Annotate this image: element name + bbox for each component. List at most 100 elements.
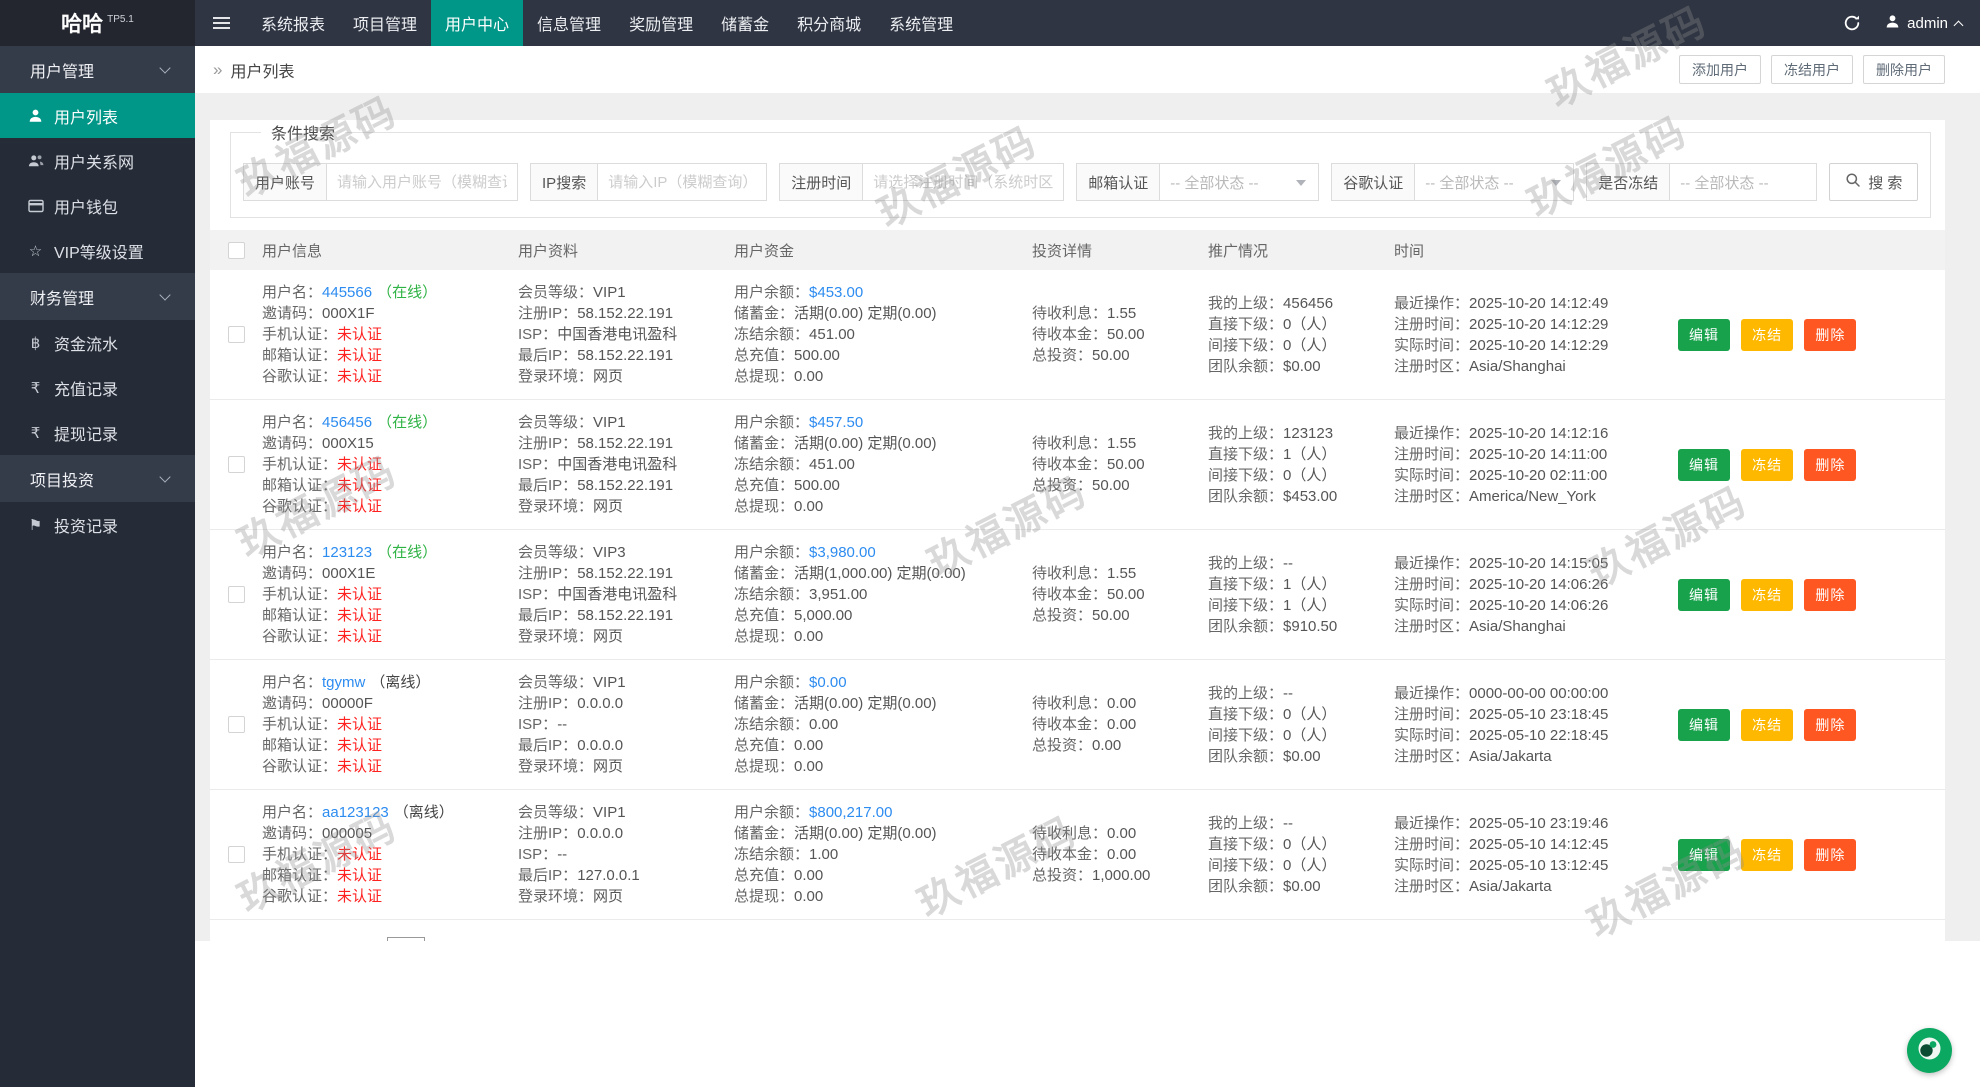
topnav-item[interactable]: 系统报表 [247,0,339,46]
ip-search-input[interactable] [597,163,767,201]
email-auth-select[interactable]: -- 全部状态 -- [1159,163,1319,201]
field-label: 注册IP： [518,435,577,452]
row-checkbox[interactable] [228,716,245,733]
sidebar-item[interactable]: ฿资金流水 [0,320,195,365]
isp: 中国香港电讯盈科 [557,586,677,603]
username-link[interactable]: 445566 [322,284,372,301]
delete-user-button[interactable]: 删除用户 [1863,55,1945,84]
field-label: 团队余额： [1208,618,1283,635]
sidebar-item-label: 用户关系网 [54,149,134,173]
delete-button[interactable]: 删除 [1804,709,1856,741]
field-label: 邀请码： [262,565,322,582]
topnav-item[interactable]: 奖励管理 [615,0,707,46]
register-timezone: America/New_York [1469,488,1596,505]
select-all-checkbox[interactable] [228,242,245,259]
team-balance: $0.00 [1283,748,1321,765]
field-label: 团队余额： [1208,878,1283,895]
field-label: 谷歌认证： [262,368,337,385]
freeze-button[interactable]: 冻结 [1741,709,1793,741]
user-balance: $453.00 [809,284,863,301]
field-label: 总提现： [734,628,794,645]
register-time-input[interactable] [862,163,1064,201]
phone-auth-status: 未认证 [337,326,382,343]
edit-button[interactable]: 编辑 [1678,319,1730,351]
field-label: 登录环境： [518,628,593,645]
register-time: 2025-10-20 14:12:29 [1469,316,1608,333]
sidebar-item[interactable]: ⚑投资记录 [0,502,195,547]
sidebar-item[interactable]: ₹提现记录 [0,410,195,455]
frozen-balance: 3,951.00 [809,586,867,603]
user-account-input[interactable] [326,163,518,201]
username-link[interactable]: tgymw [322,674,365,691]
topnav-item[interactable]: 项目管理 [339,0,431,46]
email-auth-value: -- 全部状态 -- [1170,172,1258,193]
topnav-item[interactable]: 信息管理 [523,0,615,46]
delete-button[interactable]: 删除 [1804,319,1856,351]
sidebar-item[interactable]: 用户钱包 [0,183,195,228]
sidebar-group[interactable]: 用户管理 [0,46,195,93]
row-checkbox[interactable] [228,456,245,473]
field-label: 注册时间： [1394,576,1469,593]
freeze-status-select[interactable]: -- 全部状态 -- [1669,163,1817,201]
sidebar-item[interactable]: 用户列表 [0,93,195,138]
savings: 活期(0.00) 定期(0.00) [794,825,937,842]
add-user-button[interactable]: 添加用户 [1679,55,1761,84]
topnav-item[interactable]: 用户中心 [431,0,523,46]
total-invest: 50.00 [1092,477,1130,494]
freeze-button[interactable]: 冻结 [1741,579,1793,611]
field-label: 登录环境： [518,368,593,385]
sidebar-item[interactable]: ☆VIP等级设置 [0,228,195,273]
per-page-select[interactable]: 20 [387,937,425,941]
savings: 活期(0.00) 定期(0.00) [794,435,937,452]
sidebar-group[interactable]: 财务管理 [0,273,195,320]
topnav-item[interactable]: 储蓄金 [707,0,783,46]
content-area: 条件搜索 用户账号IP搜索注册时间邮箱认证-- 全部状态 --谷歌认证-- 全部… [195,93,1980,941]
register-timezone: Asia/Shanghai [1469,358,1566,375]
row-checkbox[interactable] [228,846,245,863]
edit-button[interactable]: 编辑 [1678,579,1730,611]
service-float-button[interactable] [1907,1028,1952,1073]
freeze-button[interactable]: 冻结 [1741,319,1793,351]
field-label: 最后IP： [518,737,577,754]
topnav-item[interactable]: 积分商城 [783,0,875,46]
email-auth-status: 未认证 [337,477,382,494]
register-ip: 0.0.0.0 [577,695,623,712]
cell-user-info: 用户名：tgymw（离线） 邀请码：00000F 手机认证：未认证 邮箱认证：未… [254,660,510,790]
username-link[interactable]: aa123123 [322,804,389,821]
user-menu[interactable]: admin [1885,14,1962,33]
sidebar-item-label: 用户列表 [54,104,118,128]
delete-button[interactable]: 删除 [1804,449,1856,481]
hamburger-menu-icon[interactable] [195,0,247,46]
field-label: 手机认证： [262,326,337,343]
edit-button[interactable]: 编辑 [1678,839,1730,871]
username-link[interactable]: 456456 [322,414,372,431]
search-button[interactable]: 搜 索 [1829,163,1918,201]
row-checkbox[interactable] [228,326,245,343]
google-auth-status: 未认证 [337,498,382,515]
field-label: 手机认证： [262,456,337,473]
sidebar-item[interactable]: ₹充值记录 [0,365,195,410]
search-row: 用户账号IP搜索注册时间邮箱认证-- 全部状态 --谷歌认证-- 全部状态 --… [243,163,1918,201]
freeze-user-button[interactable]: 冻结用户 [1771,55,1853,84]
total-invest: 50.00 [1092,607,1130,624]
google-auth-select[interactable]: -- 全部状态 -- [1414,163,1574,201]
chevron-down-icon [1551,180,1561,191]
cell-user-info: 用户名：445566（在线） 邀请码：000X1F 手机认证：未认证 邮箱认证：… [254,270,510,400]
topnav-item[interactable]: 系统管理 [875,0,967,46]
last-ip: 127.0.0.1 [577,867,640,884]
delete-button[interactable]: 删除 [1804,579,1856,611]
row-checkbox[interactable] [228,586,245,603]
refresh-icon[interactable] [1843,14,1861,32]
online-status: （离线） [370,674,430,691]
delete-button[interactable]: 删除 [1804,839,1856,871]
username-link[interactable]: 123123 [322,544,372,561]
field-label: 最近操作： [1394,295,1469,312]
freeze-button[interactable]: 冻结 [1741,839,1793,871]
sidebar-item[interactable]: 用户关系网 [0,138,195,183]
edit-button[interactable]: 编辑 [1678,449,1730,481]
freeze-button[interactable]: 冻结 [1741,449,1793,481]
edit-button[interactable]: 编辑 [1678,709,1730,741]
cell-user-profile: 会员等级：VIP1 注册IP：0.0.0.0 ISP：-- 最后IP：0.0.0… [510,660,726,790]
field-label: 我的上级： [1208,815,1283,832]
sidebar-group[interactable]: 项目投资 [0,455,195,502]
